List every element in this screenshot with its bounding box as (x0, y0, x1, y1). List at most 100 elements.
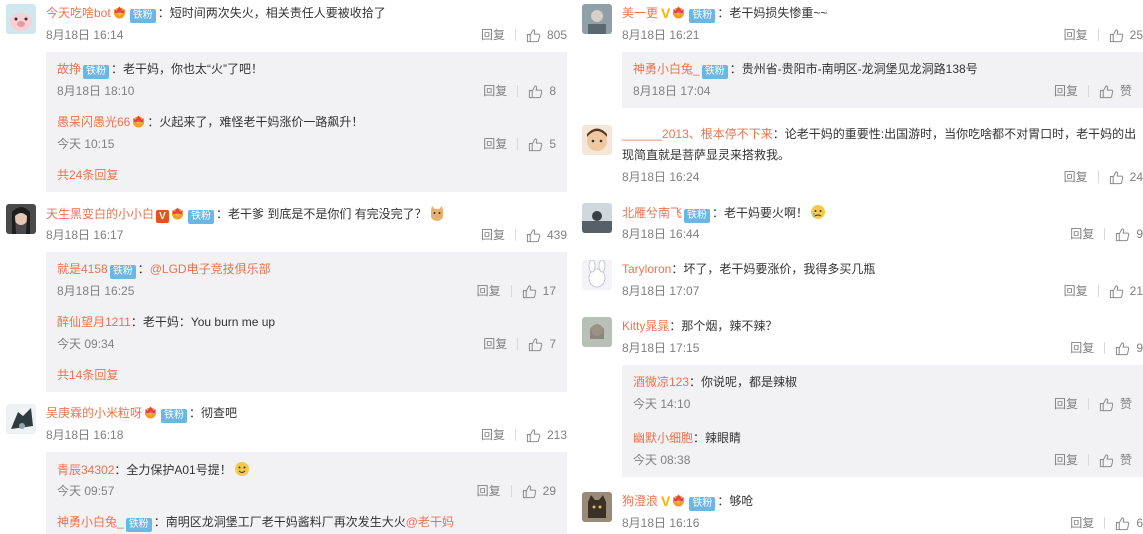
reply-button[interactable]: 回复 (481, 227, 505, 243)
mention-link[interactable]: @老干妈 (406, 515, 454, 529)
reply-button[interactable]: 回复 (1070, 226, 1094, 242)
reply-text: ：贵州省-贵阳市-南明区-龙洞堡见龙洞路138号 (729, 62, 978, 76)
like-button[interactable]: 805 (526, 27, 567, 43)
like-button[interactable]: 213 (526, 427, 567, 443)
avatar[interactable] (6, 204, 36, 234)
crown-badge-icon (112, 5, 127, 19)
like-count: 29 (542, 484, 556, 498)
username[interactable]: 故挣 (57, 62, 81, 76)
like-button[interactable]: 赞 (1099, 396, 1132, 412)
username[interactable]: 神勇小白兔_ (57, 515, 124, 529)
reply-button[interactable]: 回复 (1054, 83, 1078, 99)
like-button[interactable]: 24 (1109, 169, 1143, 185)
divider (514, 29, 516, 41)
reply-button[interactable]: 回复 (1070, 515, 1094, 531)
thumbs-up-icon (1115, 516, 1130, 531)
reply-item: 愚呆闪愚光66 ：火起来了，难怪老干妈涨价一路飙升！ 今天 10:15 回复 5 (46, 107, 567, 157)
reply-text: ：你说呢，都是辣椒 (689, 375, 798, 389)
username[interactable]: 醉仙望月1211 (57, 315, 131, 329)
divider (1097, 171, 1099, 183)
username[interactable]: 就是4158 (57, 262, 108, 276)
reply-button[interactable]: 回复 (477, 283, 501, 299)
like-count: 赞 (1119, 84, 1132, 98)
username[interactable]: 神勇小白兔_ (633, 62, 700, 76)
username[interactable]: 吴庚霖的小米粒呀 (46, 406, 142, 420)
username[interactable]: 幽默小细胞 (633, 431, 693, 445)
reply-list: 故挣 铁粉 ：老干妈，你也太“火”了吧！ 8月18日 18:10 回复 8 愚呆闪愚光… (46, 52, 567, 192)
like-button[interactable]: 29 (522, 483, 556, 499)
avatar[interactable] (582, 4, 612, 34)
username[interactable]: 酒微凉123 (633, 375, 689, 389)
fan-badge: 铁粉 (689, 497, 716, 511)
like-button[interactable]: 6 (1115, 515, 1143, 531)
username[interactable]: 天生黑变白的小小白 (46, 207, 154, 221)
like-button[interactable]: 5 (528, 136, 556, 152)
like-button[interactable]: 9 (1115, 226, 1143, 242)
avatar[interactable] (6, 4, 36, 34)
like-count: 25 (1129, 28, 1143, 42)
timestamp: 今天 10:15 (57, 137, 115, 151)
comment-text: ：老干妈要火啊！ (712, 206, 809, 220)
timestamp: 8月18日 16:44 (622, 227, 700, 241)
avatar[interactable] (582, 260, 612, 290)
reply-button[interactable]: 回复 (477, 483, 501, 499)
timestamp: 今天 08:38 (633, 453, 691, 467)
reply-button[interactable]: 回复 (483, 336, 507, 352)
divider (1104, 342, 1106, 354)
reply-list: 神勇小白兔_ 铁粉 ：贵州省-贵阳市-南明区-龙洞堡见龙洞路138号 8月18日 1… (622, 52, 1143, 108)
reply-item: 就是4158 铁粉 ：@LGD电子竞技俱乐部 8月18日 16:25 回复 17 (46, 254, 567, 304)
like-button[interactable]: 439 (526, 227, 567, 243)
username[interactable]: Kitty晁晁 (622, 319, 669, 333)
username[interactable]: 美一更 (622, 6, 658, 20)
like-button[interactable]: 赞 (1099, 83, 1132, 99)
reply-item: 故挣 铁粉 ：老干妈，你也太“火”了吧！ 8月18日 18:10 回复 8 (46, 54, 567, 104)
avatar[interactable] (6, 404, 36, 434)
reply-button[interactable]: 回复 (483, 83, 507, 99)
like-button[interactable]: 8 (528, 83, 556, 99)
avatar[interactable] (582, 125, 612, 155)
thumbs-up-icon (1115, 341, 1130, 356)
reply-button[interactable]: 回复 (483, 136, 507, 152)
reply-item: 神勇小白兔_ 铁粉 ：贵州省-贵阳市-南明区-龙洞堡见龙洞路138号 8月18日 1… (622, 54, 1143, 104)
like-button[interactable]: 9 (1115, 340, 1143, 356)
mention-link[interactable]: @LGD电子竞技俱乐部 (150, 262, 271, 276)
reply-button[interactable]: 回复 (1054, 396, 1078, 412)
like-count: 6 (1136, 516, 1143, 530)
username[interactable]: ______2013、根本停不下来 (622, 127, 773, 141)
reply-button[interactable]: 回复 (1054, 452, 1078, 468)
reply-button[interactable]: 回复 (481, 27, 505, 43)
username[interactable]: 北雁兮南飞 (622, 206, 682, 220)
crying-emoji-icon (811, 205, 826, 219)
fan-badge: 铁粉 (689, 9, 716, 23)
fan-badge: 铁粉 (125, 518, 152, 532)
username[interactable]: Taryloron (622, 262, 671, 276)
avatar[interactable] (582, 317, 612, 347)
reply-button[interactable]: 回复 (1064, 27, 1088, 43)
reply-text: ：南明区龙洞堡工厂老干妈酱料厂再次发生大火 (153, 515, 406, 529)
username[interactable]: 狗澄浪 (622, 494, 658, 508)
more-replies-link[interactable]: 共24条回复 (57, 167, 118, 183)
divider (1087, 398, 1089, 410)
like-button[interactable]: 7 (528, 336, 556, 352)
like-button[interactable]: 25 (1109, 27, 1143, 43)
like-button[interactable]: 17 (522, 283, 556, 299)
more-replies-link[interactable]: 共14条回复 (57, 367, 118, 383)
reply-button[interactable]: 回复 (1070, 340, 1094, 356)
username[interactable]: 青辰34302 (57, 463, 114, 477)
like-button[interactable]: 赞 (1099, 452, 1132, 468)
divider (517, 138, 519, 150)
verified-badge: V (156, 210, 170, 223)
avatar[interactable] (582, 203, 612, 233)
username[interactable]: 愚呆闪愚光66 (57, 115, 130, 129)
comment-item: Kitty晁晁：那个烟，辣不辣？ 8月18日 17:15 回复 9 (576, 313, 1143, 356)
avatar[interactable] (582, 492, 612, 522)
reply-button[interactable]: 回复 (481, 427, 505, 443)
comment-line: 今天吃啥bot 铁粉 ：短时间两次失火，相关责任人要被收拾了 (46, 5, 386, 23)
reply-button[interactable]: 回复 (1064, 283, 1088, 299)
fan-badge: 铁粉 (109, 265, 136, 279)
like-button[interactable]: 21 (1109, 283, 1143, 299)
reply-list: 青辰34302：全力保护A01号提！ 今天 09:57 回复 29 神勇小白兔_ 铁… (46, 452, 567, 534)
reply-item: 青辰34302：全力保护A01号提！ 今天 09:57 回复 29 (46, 454, 567, 504)
username[interactable]: 今天吃啥bot (46, 6, 111, 20)
reply-button[interactable]: 回复 (1064, 169, 1088, 185)
